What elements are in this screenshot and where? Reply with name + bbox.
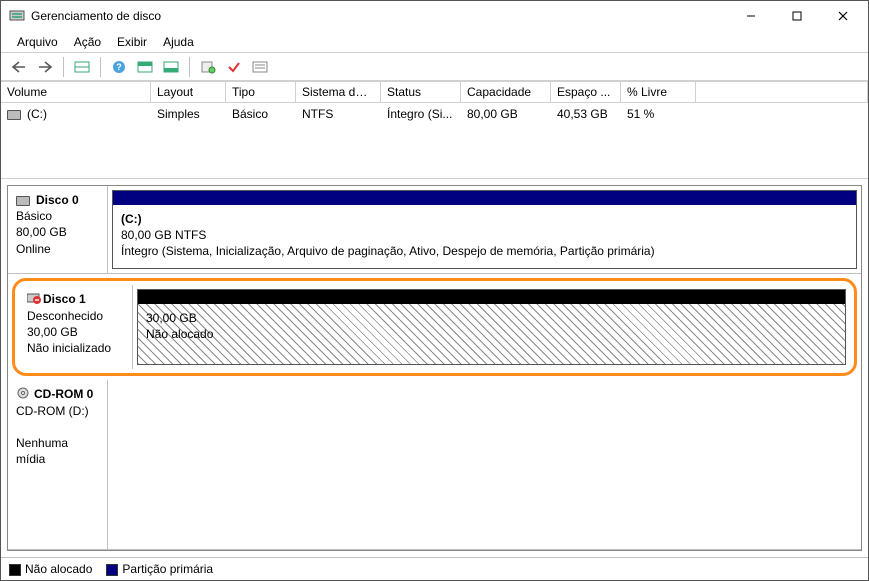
disk1-row[interactable]: Disco 1 Desconhecido 30,00 GB Não inicia… — [19, 285, 850, 369]
cell-pct: 51 % — [621, 105, 696, 123]
partition-bar-unallocated — [138, 290, 845, 304]
cell-volume-text: (C:) — [27, 107, 47, 121]
unalloc-size: 30,00 GB — [146, 311, 197, 325]
cdrom-icon — [16, 387, 30, 403]
disk0-info: Disco 0 Básico 80,00 GB Online — [8, 186, 108, 273]
titlebar: Gerenciamento de disco — [1, 1, 868, 31]
back-button[interactable] — [7, 56, 31, 78]
cell-status: Íntegro (Si... — [381, 105, 461, 123]
legend-unallocated: Não alocado — [9, 562, 92, 576]
cdrom-info: CD-ROM 0 CD-ROM (D:) Nenhuma mídia — [8, 380, 108, 549]
cell-free: 40,53 GB — [551, 105, 621, 123]
disk1-info: Disco 1 Desconhecido 30,00 GB Não inicia… — [19, 285, 133, 369]
disk-icon — [16, 196, 30, 206]
partition-status: Íntegro (Sistema, Inicialização, Arquivo… — [121, 244, 655, 258]
grid-header: Volume Layout Tipo Sistema de ... Status… — [1, 81, 868, 103]
disk-error-icon — [27, 292, 41, 308]
cell-tipo: Básico — [226, 105, 296, 123]
cdrom-type: CD-ROM (D:) — [16, 404, 89, 418]
header-spacer — [696, 81, 868, 103]
app-icon — [9, 8, 25, 24]
menu-arquivo[interactable]: Arquivo — [9, 33, 66, 51]
window-title: Gerenciamento de disco — [31, 9, 728, 23]
legend: Não alocado Partição primária — [1, 557, 868, 580]
disk0-partition-c[interactable]: (C:) 80,00 GB NTFS Íntegro (Sistema, Ini… — [112, 190, 857, 269]
disk0-name: Disco 0 — [36, 193, 79, 207]
toolbar: ? — [1, 53, 868, 81]
legend-primary: Partição primária — [106, 562, 213, 576]
close-button[interactable] — [820, 1, 866, 31]
cell-fs: NTFS — [296, 105, 381, 123]
disk0-row[interactable]: Disco 0 Básico 80,00 GB Online (C:) 80,0… — [8, 186, 861, 274]
menu-acao[interactable]: Ação — [66, 33, 109, 51]
table-row[interactable]: (C:) Simples Básico NTFS Íntegro (Si... … — [1, 103, 868, 125]
unalloc-status: Não alocado — [146, 327, 213, 341]
disk1-state: Não inicializado — [27, 341, 111, 355]
help-button[interactable]: ? — [107, 56, 131, 78]
graphical-view: Disco 0 Básico 80,00 GB Online (C:) 80,0… — [7, 185, 862, 551]
cdrom-state: Nenhuma mídia — [16, 436, 68, 466]
disk0-type: Básico — [16, 209, 52, 223]
drive-icon — [7, 110, 21, 120]
header-volume[interactable]: Volume — [1, 81, 151, 103]
disk1-name: Disco 1 — [43, 292, 86, 306]
disk1-unallocated[interactable]: 30,00 GB Não alocado — [137, 289, 846, 365]
disk1-type: Desconhecido — [27, 309, 103, 323]
view-panes-button[interactable] — [70, 56, 94, 78]
header-tipo[interactable]: Tipo — [226, 81, 296, 103]
cell-layout: Simples — [151, 105, 226, 123]
header-status[interactable]: Status — [381, 81, 461, 103]
header-cap[interactable]: Capacidade — [461, 81, 551, 103]
settings-list-button[interactable] — [248, 56, 272, 78]
menubar: Arquivo Ação Exibir Ajuda — [1, 31, 868, 53]
properties-button[interactable] — [196, 56, 220, 78]
header-fs[interactable]: Sistema de ... — [296, 81, 381, 103]
svg-text:?: ? — [116, 62, 122, 72]
minimize-button[interactable] — [728, 1, 774, 31]
header-layout[interactable]: Layout — [151, 81, 226, 103]
header-free[interactable]: Espaço ... — [551, 81, 621, 103]
menu-exibir[interactable]: Exibir — [109, 33, 155, 51]
view-bottom-button[interactable] — [159, 56, 183, 78]
check-button[interactable] — [222, 56, 246, 78]
cell-cap: 80,00 GB — [461, 105, 551, 123]
disk0-size: 80,00 GB — [16, 225, 67, 239]
partition-bar-primary — [113, 191, 856, 205]
partition-size-fs: 80,00 GB NTFS — [121, 228, 206, 242]
volume-grid: Volume Layout Tipo Sistema de ... Status… — [1, 81, 868, 179]
disk0-state: Online — [16, 242, 51, 256]
cdrom-row[interactable]: CD-ROM 0 CD-ROM (D:) Nenhuma mídia — [8, 380, 861, 550]
maximize-button[interactable] — [774, 1, 820, 31]
cdrom-name: CD-ROM 0 — [34, 387, 93, 401]
cell-volume: (C:) — [1, 105, 151, 123]
disk1-size: 30,00 GB — [27, 325, 78, 339]
disk1-highlight: Disco 1 Desconhecido 30,00 GB Não inicia… — [12, 278, 857, 376]
forward-button[interactable] — [33, 56, 57, 78]
menu-ajuda[interactable]: Ajuda — [155, 33, 202, 51]
partition-label: (C:) — [121, 212, 142, 226]
view-top-button[interactable] — [133, 56, 157, 78]
header-pct[interactable]: % Livre — [621, 81, 696, 103]
window: Gerenciamento de disco Arquivo Ação Exib… — [0, 0, 869, 581]
